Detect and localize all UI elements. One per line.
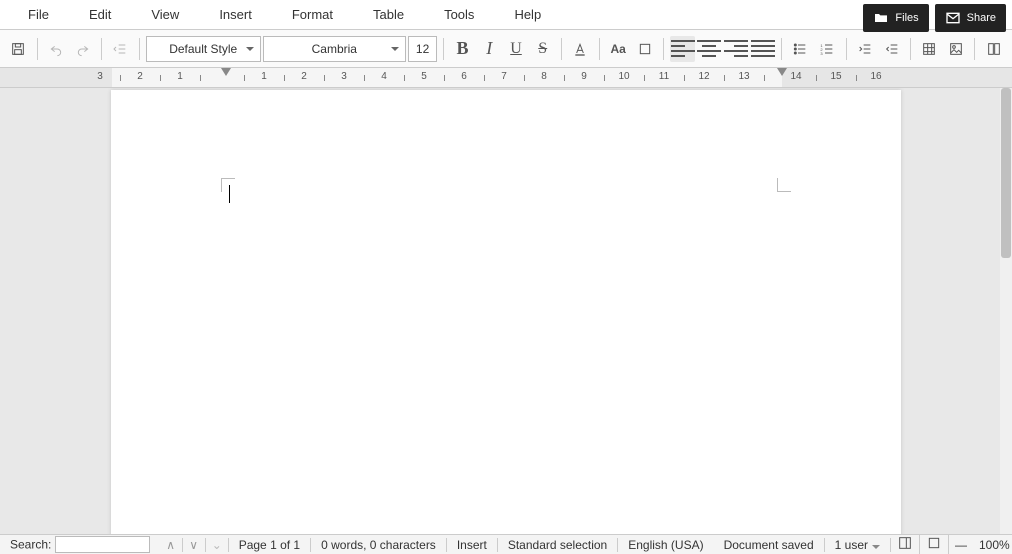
document-workspace	[0, 88, 1012, 534]
menu-format[interactable]: Format	[272, 1, 353, 28]
horizontal-ruler[interactable]: 3 2 1 1 2 3 4 5 6 7 8 9 10 11 12 13 14 1…	[0, 68, 1012, 88]
align-left-icon	[671, 38, 695, 60]
image-button[interactable]	[944, 36, 969, 62]
insert-mode[interactable]: Insert	[447, 538, 498, 552]
save-status: Document saved	[714, 538, 825, 552]
number-list-icon: 123	[819, 41, 835, 57]
strike-button[interactable]: S	[530, 36, 555, 62]
menu-bar: File Edit View Insert Format Table Tools…	[0, 0, 1012, 30]
save-button[interactable]	[6, 36, 31, 62]
page-indicator[interactable]: Page 1 of 1	[229, 538, 311, 552]
language-indicator[interactable]: English (USA)	[618, 538, 713, 552]
font-size-dropdown[interactable]: 12	[408, 36, 437, 62]
menu-help[interactable]: Help	[494, 1, 561, 28]
chevron-down-icon	[246, 47, 254, 51]
menu-file[interactable]: File	[8, 1, 69, 28]
undo-button[interactable]	[44, 36, 69, 62]
folder-icon	[873, 10, 889, 26]
zoom-level[interactable]: 100%	[973, 538, 1012, 552]
align-center-icon	[697, 38, 721, 60]
number-list-button[interactable]: 123	[815, 36, 840, 62]
font-dropdown[interactable]: Cambria	[263, 36, 406, 62]
menu-tools[interactable]: Tools	[424, 1, 494, 28]
save-icon	[10, 41, 26, 57]
redo-button[interactable]	[70, 36, 95, 62]
columns-icon	[986, 41, 1002, 57]
align-right-icon	[724, 38, 748, 60]
share-label: Share	[967, 12, 996, 24]
margin-corner-tr	[777, 178, 791, 192]
sidebar-icon	[897, 535, 913, 551]
chevron-down-icon	[872, 545, 880, 549]
font-color-icon	[572, 41, 588, 57]
highlight-icon	[637, 41, 653, 57]
main-toolbar: Default Style Cambria 12 B I U S Aa 123	[0, 30, 1012, 68]
files-label: Files	[895, 12, 918, 24]
align-left-button[interactable]	[670, 36, 695, 62]
page-canvas[interactable]	[111, 90, 901, 534]
menu-view[interactable]: View	[131, 1, 199, 28]
files-button[interactable]: Files	[863, 4, 928, 32]
left-margin-indicator[interactable]	[221, 68, 231, 76]
bullet-list-button[interactable]	[788, 36, 813, 62]
align-justify-button[interactable]	[750, 36, 775, 62]
margin-corner-tl	[221, 178, 235, 192]
sidebar-toggle[interactable]	[891, 535, 920, 554]
status-bar: Search: ∧ ∨ ⌄ Page 1 of 1 0 words, 0 cha…	[0, 534, 1012, 554]
search-input[interactable]	[55, 536, 150, 553]
columns-button[interactable]	[981, 36, 1006, 62]
svg-text:3: 3	[820, 51, 823, 56]
search-label: Search:	[10, 538, 51, 552]
bold-button[interactable]: B	[450, 36, 475, 62]
layout-button[interactable]	[920, 535, 949, 554]
italic-button[interactable]: I	[477, 36, 502, 62]
indent-inc-button[interactable]	[852, 36, 877, 62]
find-all-button[interactable]: ⌄	[212, 538, 222, 552]
font-color-button[interactable]	[568, 36, 593, 62]
zoom-out-button[interactable]: —	[949, 538, 973, 552]
mail-icon	[945, 10, 961, 26]
outdent-button[interactable]	[108, 36, 133, 62]
indent-dec-button[interactable]	[879, 36, 904, 62]
find-next-button[interactable]: ∨	[189, 538, 199, 552]
menu-insert[interactable]: Insert	[199, 1, 272, 28]
layout-icon	[926, 535, 942, 551]
table-button[interactable]	[917, 36, 942, 62]
table-icon	[921, 41, 937, 57]
text-cursor	[229, 185, 230, 203]
paragraph-style-dropdown[interactable]: Default Style	[146, 36, 261, 62]
redo-icon	[75, 41, 91, 57]
find-prev-button[interactable]: ∧	[166, 538, 176, 552]
image-icon	[948, 41, 964, 57]
indent-inc-icon	[857, 41, 873, 57]
underline-button[interactable]: U	[504, 36, 529, 62]
bullet-list-icon	[792, 41, 808, 57]
selection-mode[interactable]: Standard selection	[498, 538, 618, 552]
menu-table[interactable]: Table	[353, 1, 424, 28]
word-count[interactable]: 0 words, 0 characters	[311, 538, 447, 552]
align-right-button[interactable]	[724, 36, 749, 62]
user-count[interactable]: 1 user	[825, 538, 891, 552]
vertical-scrollbar[interactable]	[1000, 88, 1012, 534]
scroll-thumb[interactable]	[1001, 88, 1011, 258]
char-case-button[interactable]: Aa	[606, 36, 631, 62]
right-margin-indicator[interactable]	[777, 68, 787, 76]
align-justify-icon	[751, 38, 775, 60]
align-center-button[interactable]	[697, 36, 722, 62]
share-button[interactable]: Share	[935, 4, 1006, 32]
outdent-icon	[112, 41, 128, 57]
highlight-button[interactable]	[632, 36, 657, 62]
chevron-down-icon	[391, 47, 399, 51]
indent-dec-icon	[884, 41, 900, 57]
menu-edit[interactable]: Edit	[69, 1, 131, 28]
undo-icon	[48, 41, 64, 57]
